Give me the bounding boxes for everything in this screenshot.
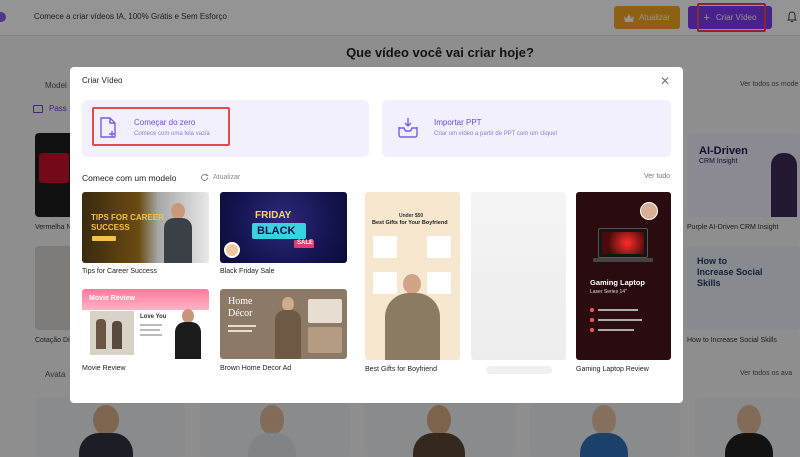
template-card-loading[interactable]: [471, 192, 566, 360]
template-art-text: SALE: [297, 240, 314, 246]
template-caption: Brown Home Decor Ad: [220, 365, 292, 372]
presenter-figure: [282, 297, 294, 311]
template-art-text: Gaming Laptop: [590, 278, 645, 287]
refresh-templates-button[interactable]: Atualizar: [200, 173, 240, 182]
create-video-modal: Criar Vídeo ✕ Começar do zero Comece com…: [70, 67, 683, 403]
close-icon[interactable]: ✕: [659, 75, 671, 87]
template-card-career[interactable]: TIPS FOR CAREER SUCCESS: [82, 192, 209, 263]
start-from-scratch-option[interactable]: Começar do zero Comece com uma tela vazi…: [82, 100, 369, 157]
loading-caption-placeholder: [486, 366, 552, 374]
import-tray-icon: [398, 118, 418, 138]
template-card-black-friday[interactable]: FRIDAY BLACK SALE: [220, 192, 347, 263]
presenter-figure: [385, 293, 440, 360]
template-art-text: Best Gifts for Your Boyfriend: [372, 220, 448, 226]
template-card-best-gifts[interactable]: Under $50 Best Gifts for Your Boyfriend: [365, 192, 460, 360]
presenter-figure: [275, 310, 301, 359]
presenter-figure: [175, 322, 201, 359]
template-art-text: Under $50: [399, 213, 424, 219]
presenter-avatar: [640, 202, 658, 220]
template-art-text: BLACK: [257, 225, 296, 237]
see-all-templates-link[interactable]: Ver tudo: [644, 173, 670, 180]
template-art-text: Laser Series 14": [590, 289, 627, 295]
new-file-icon: [100, 117, 116, 138]
refresh-icon: [201, 173, 209, 181]
option-title: Começar do zero: [134, 118, 196, 127]
template-caption: Best Gifts for Boyfriend: [365, 366, 437, 373]
presenter-figure: [403, 274, 421, 294]
presenter-figure: [171, 203, 185, 219]
template-caption: Tips for Career Success: [82, 268, 157, 275]
template-art-text: Movie Review: [89, 295, 135, 302]
option-subtitle: Criar um vídeo a partir de PPT com um cl…: [434, 131, 558, 137]
option-subtitle: Comece com uma tela vazia: [134, 131, 210, 137]
refresh-label: Atualizar: [213, 174, 241, 181]
presenter-avatar: [224, 242, 240, 258]
template-art-text: TIPS FOR CAREER: [91, 213, 164, 222]
template-card-home-decor[interactable]: Home Décor: [220, 289, 347, 359]
template-caption: Gaming Laptop Review: [576, 366, 649, 373]
presenter-figure: [164, 218, 192, 263]
option-title: Importar PPT: [434, 118, 482, 127]
template-card-gaming-laptop[interactable]: Gaming Laptop Laser Series 14": [576, 192, 671, 360]
template-caption: Black Friday Sale: [220, 268, 275, 275]
templates-heading: Comece com um modelo: [82, 173, 177, 183]
modal-title: Criar Vídeo: [82, 76, 123, 85]
template-art-text: Décor: [228, 308, 253, 319]
template-card-movie-review[interactable]: Movie Review Love You: [82, 289, 209, 359]
template-art-text: Home: [228, 296, 253, 307]
template-art-text: FRIDAY: [255, 210, 292, 221]
import-ppt-option[interactable]: Importar PPT Criar um vídeo a partir de …: [382, 100, 671, 157]
template-caption: Movie Review: [82, 365, 126, 372]
template-art-text: SUCCESS: [91, 223, 130, 232]
template-art-text: Love You: [140, 314, 167, 320]
presenter-figure: [182, 309, 194, 323]
